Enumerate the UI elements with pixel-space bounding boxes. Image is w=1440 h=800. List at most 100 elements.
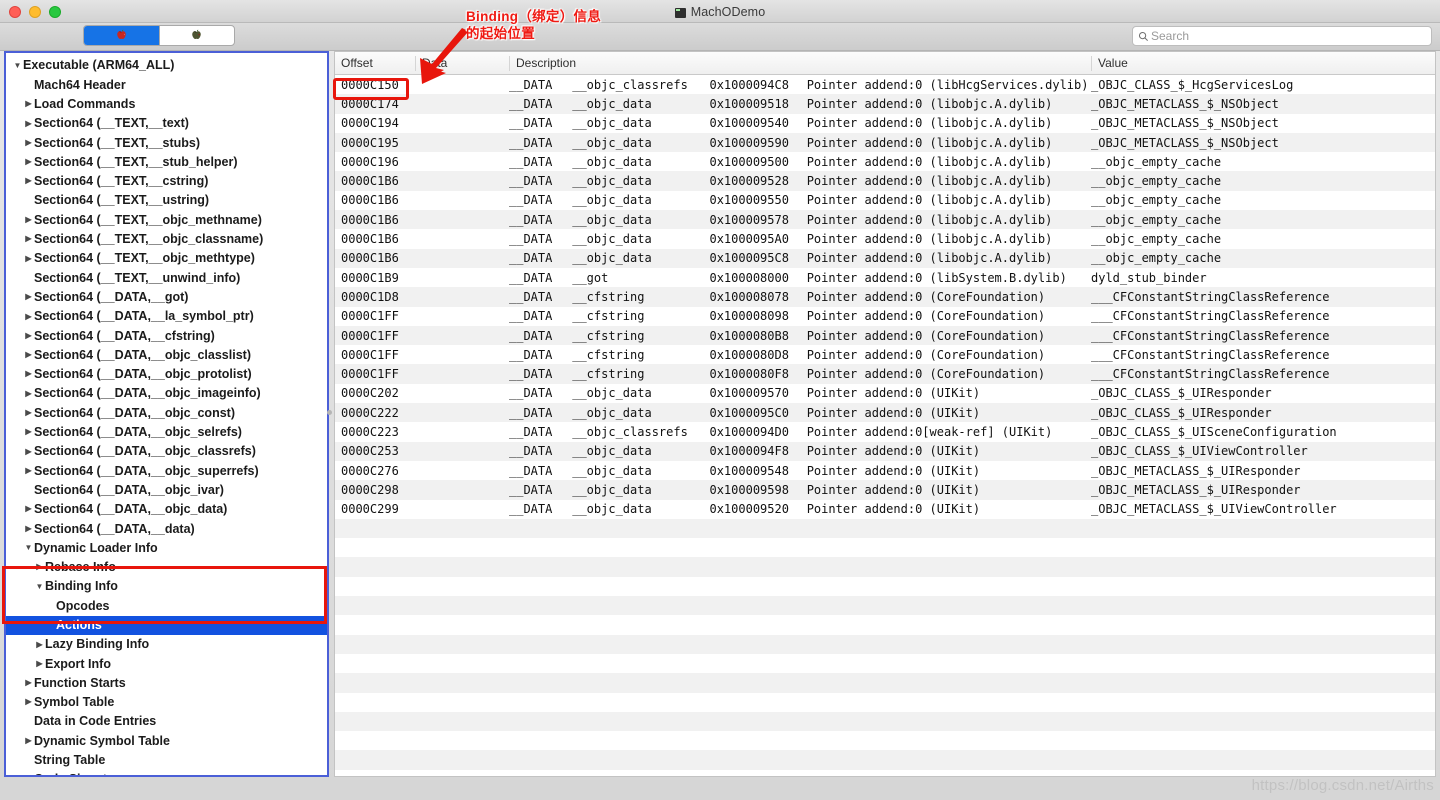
tree-item-section64-text-text[interactable]: ▶ Section64 (__TEXT,__text) xyxy=(6,114,327,133)
table-row[interactable]: 0000C1FF __DATA __cfstring 0x1000080D8 Po… xyxy=(335,345,1435,364)
chevron-right-icon[interactable]: ▶ xyxy=(23,331,34,340)
table-row[interactable]: 0000C174 __DATA __objc_data 0x100009518 P… xyxy=(335,94,1435,114)
tree-item-section64-data-objc-data[interactable]: ▶ Section64 (__DATA,__objc_data) xyxy=(6,500,327,519)
chevron-right-icon[interactable]: ▶ xyxy=(23,254,34,263)
tree-item-section64-data-objc-const[interactable]: ▶ Section64 (__DATA,__objc_const) xyxy=(6,403,327,422)
chevron-right-icon[interactable]: ▶ xyxy=(23,216,34,224)
chevron-right-icon[interactable]: ▶ xyxy=(23,351,34,359)
tree-item-section64-text-objc-classname[interactable]: ▶ Section64 (__TEXT,__objc_classname) xyxy=(6,230,327,249)
chevron-right-icon[interactable]: ▶ xyxy=(34,659,45,668)
table-row[interactable]: 0000C223 __DATA __objc_classrefs 0x100009… xyxy=(335,422,1435,441)
table-row[interactable]: 0000C1B6 __DATA __objc_data 0x1000095A0 P… xyxy=(335,229,1435,248)
tree-item-function-starts[interactable]: ▶ Function Starts xyxy=(6,674,327,693)
chevron-right-icon[interactable]: ▶ xyxy=(23,138,34,147)
tree-item-section64-data-objc-classrefs[interactable]: ▶ Section64 (__DATA,__objc_classrefs) xyxy=(6,442,327,461)
tree-item-section64-data-data[interactable]: ▶ Section64 (__DATA,__data) xyxy=(6,519,327,538)
chevron-right-icon[interactable]: ▶ xyxy=(23,408,34,417)
chevron-right-icon[interactable]: ▶ xyxy=(23,119,34,128)
table-row[interactable]: 0000C222 __DATA __objc_data 0x1000095C0 P… xyxy=(335,403,1435,423)
chevron-down-icon[interactable]: ▼ xyxy=(34,582,45,591)
chevron-right-icon[interactable]: ▶ xyxy=(23,698,34,706)
chevron-right-icon[interactable]: ▶ xyxy=(23,466,34,475)
tree-item-section64-data-cfstring[interactable]: ▶ Section64 (__DATA,__cfstring) xyxy=(6,326,327,345)
table-row[interactable]: 0000C202 __DATA __objc_data 0x100009570 P… xyxy=(335,384,1435,403)
tree-item-section64-data-objc-classlist[interactable]: ▶ Section64 (__DATA,__objc_classlist) xyxy=(6,345,327,364)
tree-item-code-signature[interactable]: Code Signature xyxy=(6,770,327,775)
chevron-right-icon[interactable]: ▶ xyxy=(23,737,34,745)
search-field[interactable]: Search xyxy=(1132,26,1432,46)
segment-red-apple[interactable] xyxy=(84,26,160,45)
chevron-right-icon[interactable]: ▶ xyxy=(23,177,34,185)
chevron-right-icon[interactable]: ▶ xyxy=(23,428,34,436)
tree-item-section64-data-objc-ivar[interactable]: Section64 (__DATA,__objc_ivar) xyxy=(6,481,327,500)
table-row[interactable]: 0000C1B6 __DATA __objc_data 0x100009578 P… xyxy=(335,210,1435,230)
structure-tree[interactable]: ▼ Executable (ARM64_ALL) Mach64 Header ▶ Loa… xyxy=(6,53,327,775)
tree-item-section64-data-objc-selrefs[interactable]: ▶ Section64 (__DATA,__objc_selrefs) xyxy=(6,423,327,442)
chevron-right-icon[interactable]: ▶ xyxy=(23,679,34,687)
chevron-right-icon[interactable]: ▶ xyxy=(23,524,34,533)
chevron-down-icon[interactable]: ▼ xyxy=(12,61,23,70)
table-row[interactable]: 0000C276 __DATA __objc_data 0x100009548 P… xyxy=(335,461,1435,480)
tree-item-opcodes[interactable]: Opcodes xyxy=(6,596,327,615)
tree-item-dynamic-symbol-table[interactable]: ▶ Dynamic Symbol Table xyxy=(6,731,327,750)
table-body[interactable]: 0000C150 __DATA __objc_classrefs 0x100009… xyxy=(335,75,1435,770)
tree-item-executable-arm64-all[interactable]: ▼ Executable (ARM64_ALL) xyxy=(6,56,327,75)
tree-item-export-info[interactable]: ▶ Export Info xyxy=(6,654,327,673)
chevron-right-icon[interactable]: ▶ xyxy=(23,505,34,513)
tree-item-mach64-header[interactable]: Mach64 Header xyxy=(6,75,327,94)
tree-item-binding-info[interactable]: ▼ Binding Info xyxy=(6,577,327,596)
table-row[interactable]: 0000C1B6 __DATA __objc_data 0x1000095C8 P… xyxy=(335,248,1435,268)
tree-item-actions[interactable]: Actions xyxy=(6,615,327,635)
tree-item-section64-text-cstring[interactable]: ▶ Section64 (__TEXT,__cstring) xyxy=(6,172,327,191)
table-row[interactable]: 0000C194 __DATA __objc_data 0x100009540 P… xyxy=(335,114,1435,133)
tree-item-section64-data-got[interactable]: ▶ Section64 (__DATA,__got) xyxy=(6,288,327,307)
chevron-right-icon[interactable]: ▶ xyxy=(23,312,34,321)
chevron-right-icon[interactable]: ▶ xyxy=(23,158,34,166)
table-row[interactable]: 0000C298 __DATA __objc_data 0x100009598 P… xyxy=(335,480,1435,500)
table-row[interactable]: 0000C253 __DATA __objc_data 0x1000094F8 P… xyxy=(335,441,1435,461)
tree-item-section64-data-objc-superrefs[interactable]: ▶ Section64 (__DATA,__objc_superrefs) xyxy=(6,461,327,480)
tree-item-section64-data-objc-imageinfo[interactable]: ▶ Section64 (__DATA,__objc_imageinfo) xyxy=(6,384,327,403)
chevron-right-icon[interactable]: ▶ xyxy=(23,100,34,108)
chevron-right-icon[interactable]: ▶ xyxy=(23,447,34,456)
table-row[interactable]: 0000C1B9 __DATA __got 0x100008000 Pointer… xyxy=(335,268,1435,287)
table-row[interactable]: 0000C1B6 __DATA __objc_data 0x100009550 P… xyxy=(335,191,1435,210)
column-header-description[interactable]: Description xyxy=(509,55,1091,71)
table-row[interactable]: 0000C150 __DATA __objc_classrefs 0x100009… xyxy=(335,75,1435,94)
table-row[interactable]: 0000C1D8 __DATA __cfstring 0x100008078 Po… xyxy=(335,287,1435,307)
search-input[interactable]: Search xyxy=(1151,29,1189,43)
tree-item-string-table[interactable]: String Table xyxy=(6,751,327,770)
table-row[interactable]: 0000C1FF __DATA __cfstring 0x1000080F8 Po… xyxy=(335,364,1435,384)
chevron-right-icon[interactable]: ▶ xyxy=(23,293,34,301)
chevron-down-icon[interactable]: ▼ xyxy=(23,544,34,552)
segment-dark-apple[interactable] xyxy=(160,26,235,45)
table-row[interactable]: 0000C195 __DATA __objc_data 0x100009590 P… xyxy=(335,132,1435,153)
tree-item-section64-text-stub-helper[interactable]: ▶ Section64 (__TEXT,__stub_helper) xyxy=(6,152,327,171)
tree-item-section64-text-stubs[interactable]: ▶ Section64 (__TEXT,__stubs) xyxy=(6,133,327,152)
sidebar-splitter-handle[interactable] xyxy=(327,410,332,415)
tree-item-symbol-table[interactable]: ▶ Symbol Table xyxy=(6,693,327,712)
tree-item-section64-text-objc-methname[interactable]: ▶ Section64 (__TEXT,__objc_methname) xyxy=(6,210,327,229)
tree-item-section64-text-unwind-info[interactable]: Section64 (__TEXT,__unwind_info) xyxy=(6,268,327,287)
table-row[interactable]: 0000C1FF __DATA __cfstring 0x100008098 Po… xyxy=(335,307,1435,326)
tree-item-section64-text-ustring[interactable]: Section64 (__TEXT,__ustring) xyxy=(6,191,327,210)
tree-item-load-commands[interactable]: ▶ Load Commands xyxy=(6,95,327,114)
view-mode-segmented-control[interactable] xyxy=(83,25,235,46)
structure-tree-panel[interactable]: ▼ Executable (ARM64_ALL) Mach64 Header ▶ Loa… xyxy=(4,51,329,777)
chevron-right-icon[interactable]: ▶ xyxy=(23,235,34,243)
tree-item-section64-data-la-symbol-ptr[interactable]: ▶ Section64 (__DATA,__la_symbol_ptr) xyxy=(6,307,327,326)
chevron-right-icon[interactable]: ▶ xyxy=(34,640,45,649)
table-row[interactable]: 0000C196 __DATA __objc_data 0x100009500 P… xyxy=(335,152,1435,171)
tree-item-lazy-binding-info[interactable]: ▶ Lazy Binding Info xyxy=(6,635,327,654)
column-header-offset[interactable]: Offset xyxy=(335,56,415,71)
table-row[interactable]: 0000C1B6 __DATA __objc_data 0x100009528 P… xyxy=(335,171,1435,191)
tree-item-section64-data-objc-protolist[interactable]: ▶ Section64 (__DATA,__objc_protolist) xyxy=(6,365,327,384)
tree-item-dynamic-loader-info[interactable]: ▼ Dynamic Loader Info xyxy=(6,538,327,557)
tree-item-section64-text-objc-methtype[interactable]: ▶ Section64 (__TEXT,__objc_methtype) xyxy=(6,249,327,268)
table-row[interactable]: 0000C1FF __DATA __cfstring 0x1000080B8 Po… xyxy=(335,325,1435,346)
column-header-value[interactable]: Value xyxy=(1091,55,1435,71)
tree-item-rebase-info[interactable]: ▶ Rebase Info xyxy=(6,558,327,577)
table-row[interactable]: 0000C299 __DATA __objc_data 0x100009520 P… xyxy=(335,500,1435,519)
tree-item-data-in-code-entries[interactable]: Data in Code Entries xyxy=(6,712,327,731)
chevron-right-icon[interactable]: ▶ xyxy=(23,389,34,398)
